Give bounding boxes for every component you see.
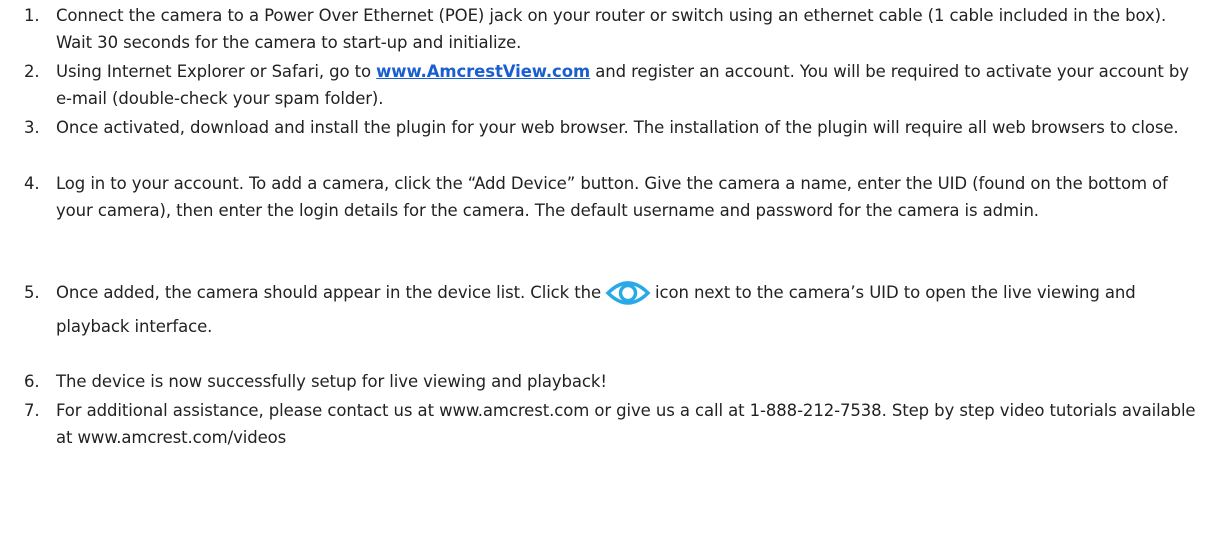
- step-number: 1.: [24, 6, 40, 25]
- step-text: For additional assistance, please contac…: [56, 401, 1196, 447]
- step-number: 3.: [24, 118, 40, 137]
- step-4: 4. Log in to your account. To add a came…: [0, 170, 1215, 224]
- step-1: 1. Connect the camera to a Power Over Et…: [0, 2, 1215, 56]
- amcrestview-link[interactable]: www.AmcrestView.com: [376, 62, 590, 81]
- step-number: 6.: [24, 372, 40, 391]
- step-number: 5.: [24, 283, 40, 302]
- step-7: 7. For additional assistance, please con…: [0, 397, 1215, 451]
- step-number: 2.: [24, 62, 40, 81]
- step-number: 4.: [24, 174, 40, 193]
- step-6: 6. The device is now successfully setup …: [0, 368, 1215, 395]
- step-5: 5. Once added, the camera should appear …: [0, 276, 1215, 344]
- step-text-before: Once added, the camera should appear in …: [56, 283, 602, 302]
- step-text: Log in to your account. To add a camera,…: [56, 174, 1168, 220]
- step-text-before: Using Internet Explorer or Safari, go to: [56, 62, 377, 81]
- step-3: 3. Once activated, download and install …: [0, 114, 1215, 141]
- step-text: Connect the camera to a Power Over Ether…: [56, 6, 1167, 52]
- step-text: The device is now successfully setup for…: [56, 372, 607, 391]
- step-text: Once activated, download and install the…: [56, 118, 1179, 137]
- eye-icon: [605, 278, 651, 308]
- step-2: 2. Using Internet Explorer or Safari, go…: [0, 58, 1215, 112]
- step-number: 7.: [24, 401, 40, 420]
